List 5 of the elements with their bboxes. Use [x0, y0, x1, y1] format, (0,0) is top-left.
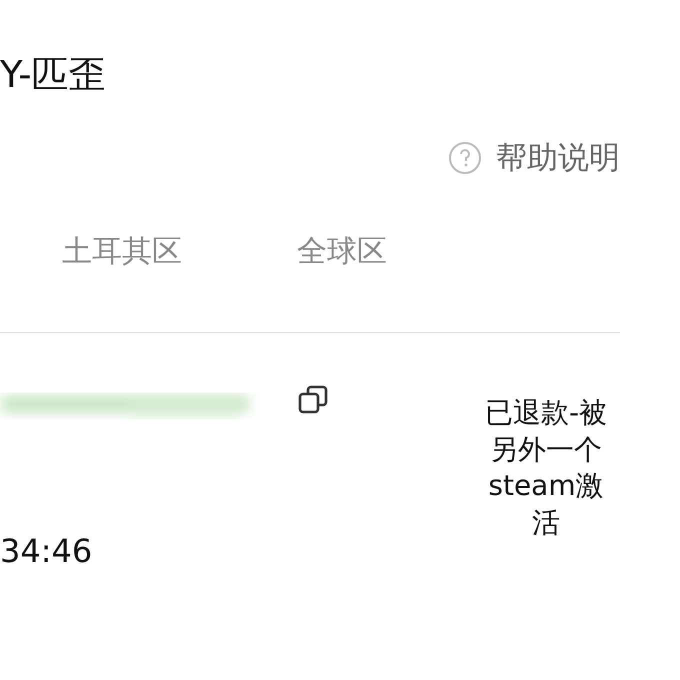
order-time: 34:46 [0, 531, 92, 571]
region-tab[interactable]: 土耳其区 [62, 232, 297, 272]
region-tab[interactable]: 全球区 [297, 232, 532, 272]
help-link[interactable]: 帮助说明 [496, 138, 620, 178]
order-status: 已退款-被另外一个steam激活 [484, 395, 608, 540]
